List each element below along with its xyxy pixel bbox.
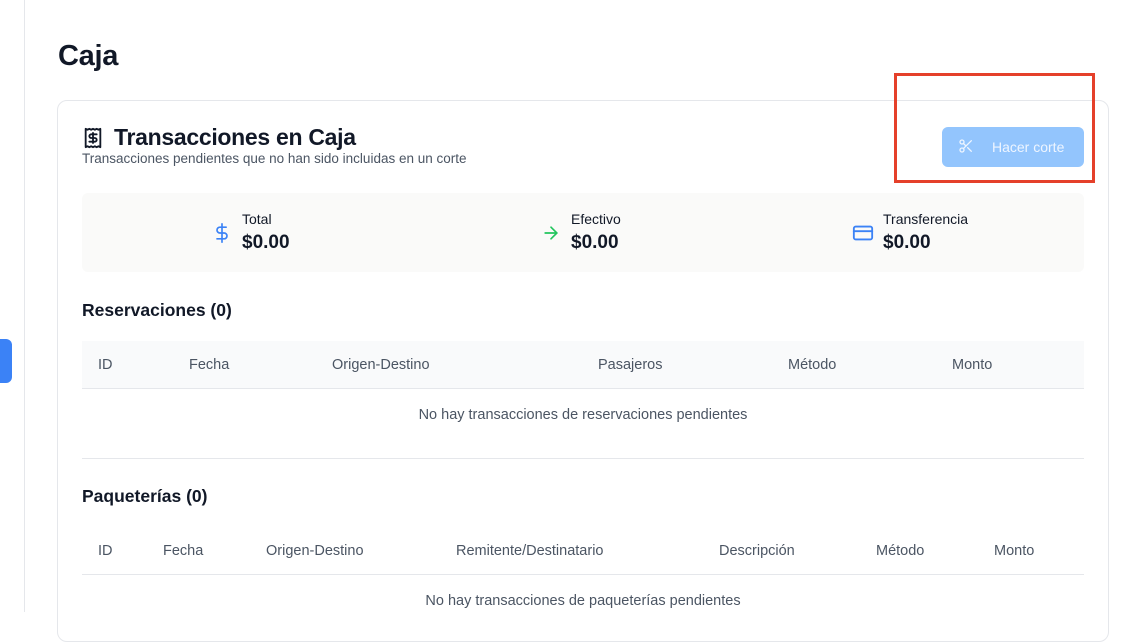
column-header[interactable]: Monto bbox=[952, 357, 992, 373]
column-header[interactable]: ID bbox=[98, 357, 113, 373]
column-header[interactable]: Método bbox=[788, 357, 836, 373]
column-header[interactable]: Método bbox=[876, 543, 924, 559]
packages-table-header: ID Fecha Origen-Destino Remitente/Destin… bbox=[82, 527, 1084, 575]
highlight-annotation bbox=[894, 73, 1095, 183]
stat-cash-value: $0.00 bbox=[571, 232, 619, 253]
credit-card-icon bbox=[851, 222, 875, 249]
reservations-title: Reservaciones (0) bbox=[82, 300, 232, 320]
column-header[interactable]: Fecha bbox=[189, 357, 229, 373]
page-title: Caja bbox=[58, 40, 119, 72]
section-divider bbox=[82, 458, 1084, 459]
dollar-sign-icon bbox=[212, 221, 232, 250]
summary-panel: Total $0.00 Efectivo $0.00 Transferencia… bbox=[82, 193, 1084, 272]
column-header[interactable]: Fecha bbox=[163, 543, 203, 559]
card-subtitle: Transacciones pendientes que no han sido… bbox=[82, 151, 467, 166]
column-header[interactable]: Origen-Destino bbox=[266, 543, 364, 559]
stat-total-value: $0.00 bbox=[242, 232, 290, 253]
column-header[interactable]: Remitente/Destinatario bbox=[456, 543, 604, 559]
packages-empty-message: No hay transacciones de paqueterías pend… bbox=[425, 593, 741, 609]
column-header[interactable]: Descripción bbox=[719, 543, 795, 559]
sidebar-toggle-handle[interactable] bbox=[0, 339, 12, 383]
receipt-dollar-icon bbox=[82, 127, 104, 149]
column-header[interactable]: ID bbox=[98, 543, 113, 559]
column-header[interactable]: Monto bbox=[994, 543, 1034, 559]
reservations-empty-message: No hay transacciones de reservaciones pe… bbox=[418, 407, 748, 423]
stat-cash-label: Efectivo bbox=[571, 211, 621, 227]
stat-transfer-label: Transferencia bbox=[883, 211, 969, 227]
sidebar bbox=[0, 0, 25, 612]
stat-transfer-value: $0.00 bbox=[883, 232, 931, 253]
card-title: Transacciones en Caja bbox=[114, 124, 356, 150]
card-header: Transacciones en Caja bbox=[82, 124, 356, 151]
stat-total-label: Total bbox=[242, 211, 272, 227]
reservations-table-header: ID Fecha Origen-Destino Pasajeros Método… bbox=[82, 341, 1084, 389]
arrow-right-icon bbox=[541, 223, 561, 248]
column-header[interactable]: Pasajeros bbox=[598, 357, 662, 373]
packages-title: Paqueterías (0) bbox=[82, 486, 208, 506]
column-header[interactable]: Origen-Destino bbox=[332, 357, 430, 373]
